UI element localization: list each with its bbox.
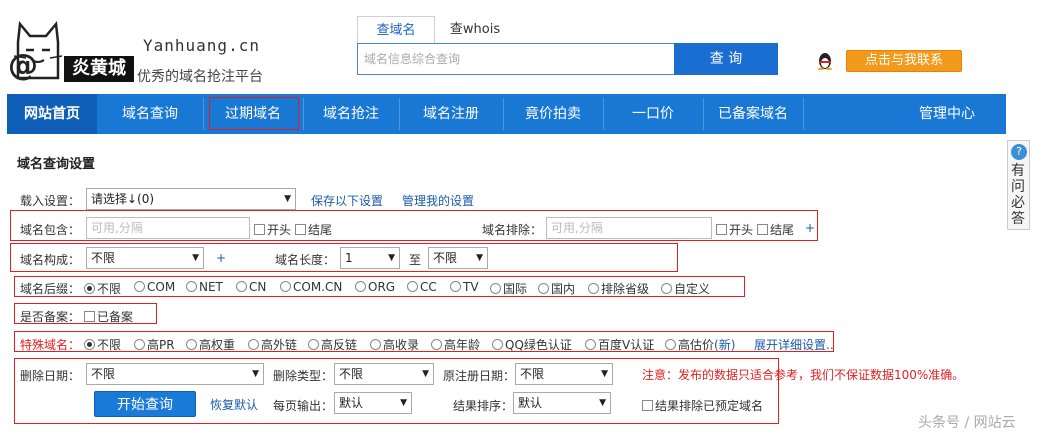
reset-default-link[interactable]: 恢复默认 <box>210 396 258 413</box>
save-settings-link[interactable]: 保存以下设置 <box>311 192 383 209</box>
orig-reg-date-select[interactable]: 不限 ▼ <box>515 363 613 385</box>
slogan: 优秀的域名抢注平台 <box>137 69 263 85</box>
site-url: Yanhuang.cn <box>143 36 260 55</box>
composition-select[interactable]: 不限 ▼ <box>86 247 204 269</box>
special-radio[interactable]: 高反链 <box>308 336 357 353</box>
nav-admin-center[interactable]: 管理中心 <box>897 94 997 134</box>
nav-domain-register[interactable]: 域名注册 <box>399 94 503 134</box>
suffix-radio[interactable]: 排除省级 <box>588 280 649 297</box>
filed-label: 是否备案： <box>20 310 81 324</box>
sort-label: 结果排序： <box>453 399 514 413</box>
watermark: 头条号 / 网站云 <box>918 415 1016 431</box>
composition-label: 域名构成： <box>20 253 81 267</box>
suffix-radio[interactable]: 国际 <box>490 280 527 297</box>
exclude-reserved-checkbox[interactable]: 结果排除已预定域名 <box>642 397 763 414</box>
special-radio[interactable]: 高年龄 <box>431 336 480 353</box>
chevron-down-icon: ▼ <box>192 253 199 263</box>
delete-type-select[interactable]: 不限 ▼ <box>334 363 434 385</box>
special-radio[interactable]: 高PR <box>134 336 175 353</box>
length-to-label: 至 <box>409 253 422 267</box>
suffix-radio[interactable]: 不限 <box>84 280 121 297</box>
exclude-end-checkbox[interactable]: 结尾 <box>757 221 794 238</box>
special-radio[interactable]: 百度V认证 <box>585 336 654 353</box>
tab-domain-search[interactable]: 查域名 <box>357 16 435 44</box>
add-composition-button[interactable]: + <box>216 251 226 265</box>
nav-filed-domains[interactable]: 已备案域名 <box>703 94 803 134</box>
help-icon: ? <box>1011 144 1027 160</box>
chevron-down-icon: ▼ <box>422 369 429 379</box>
special-radio[interactable]: QQ绿色认证 <box>492 336 572 353</box>
chevron-down-icon: ▼ <box>601 369 608 379</box>
delete-type-label: 删除类型： <box>273 369 334 383</box>
new-tag: (新) <box>714 338 736 352</box>
search-button[interactable]: 查 询 <box>674 43 778 75</box>
manage-settings-link[interactable]: 管理我的设置 <box>402 192 474 209</box>
highlight-box <box>209 97 299 130</box>
search-input[interactable]: 域名信息综合查询 <box>357 43 675 75</box>
length-to-select[interactable]: 不限 ▼ <box>428 247 488 269</box>
chevron-down-icon: ▼ <box>388 253 395 263</box>
suffix-radio[interactable]: CC <box>407 280 437 294</box>
at-logo-icon: @ <box>8 48 38 83</box>
exclude-start-checkbox[interactable]: 开头 <box>716 221 753 238</box>
nav-domain-query[interactable]: 域名查询 <box>97 94 203 134</box>
faq-side-panel[interactable]: ? 有问必答 <box>1007 140 1030 230</box>
special-radio[interactable]: 不限 <box>84 336 121 353</box>
exclude-input[interactable]: 可用,分隔 <box>546 217 712 239</box>
special-radio[interactable]: 高权重 <box>186 336 235 353</box>
suffix-radio[interactable]: COM.CN <box>280 280 342 294</box>
contact-button[interactable]: 点击与我联系 <box>846 50 962 72</box>
faq-text: 有问必答 <box>1011 163 1025 227</box>
nav-divider <box>803 98 804 130</box>
suffix-radio[interactable]: CN <box>236 280 266 294</box>
chevron-down-icon: ▼ <box>400 398 407 408</box>
load-select[interactable]: 请选择↓(0) ▼ <box>86 188 296 210</box>
disclaimer-notice: 注意：发布的数据只适合参考，我们不保证数据100%准确。 <box>642 368 965 382</box>
contains-start-checkbox[interactable]: 开头 <box>254 221 291 238</box>
tab-whois[interactable]: 查whois <box>440 16 510 44</box>
contains-end-checkbox[interactable]: 结尾 <box>295 221 332 238</box>
add-exclude-button[interactable]: + <box>805 221 815 235</box>
nav-home[interactable]: 网站首页 <box>7 94 97 134</box>
delete-date-label: 删除日期： <box>20 369 81 383</box>
start-query-button[interactable]: 开始查询 <box>94 391 196 417</box>
expand-settings-link[interactable]: 展开详细设置.. <box>754 336 834 353</box>
length-from-select[interactable]: 1 ▼ <box>340 247 400 269</box>
suffix-radio[interactable]: ORG <box>355 280 395 294</box>
suffix-radio[interactable]: TV <box>450 280 479 294</box>
special-radio[interactable]: 高收录 <box>370 336 419 353</box>
per-page-select[interactable]: 默认 ▼ <box>334 392 412 414</box>
nav-fixed-price[interactable]: 一口价 <box>603 94 703 134</box>
chevron-down-icon: ▼ <box>284 194 291 204</box>
chevron-down-icon: ▼ <box>599 398 606 408</box>
chevron-down-icon: ▼ <box>252 369 259 379</box>
per-page-label: 每页输出： <box>273 399 334 413</box>
suffix-radio[interactable]: 国内 <box>538 280 575 297</box>
main-nav: 网站首页 域名查询 过期域名 域名抢注 域名注册 竟价拍卖 一口价 已备案域名 … <box>7 94 1006 134</box>
length-label: 域名长度： <box>275 253 336 267</box>
contains-input[interactable]: 可用,分隔 <box>86 217 250 239</box>
logo-text: 炎黄城 <box>64 56 134 82</box>
suffix-radio[interactable]: COM <box>134 280 175 294</box>
suffix-radio[interactable]: 自定义 <box>661 280 710 297</box>
exclude-label: 域名排除： <box>482 223 543 237</box>
suffix-radio[interactable]: NET <box>186 280 223 294</box>
special-label: 特殊域名： <box>20 338 81 352</box>
nav-auction[interactable]: 竟价拍卖 <box>503 94 603 134</box>
delete-date-select[interactable]: 不限 ▼ <box>86 363 264 385</box>
sort-select[interactable]: 默认 ▼ <box>513 392 611 414</box>
load-label: 载入设置： <box>20 194 81 208</box>
orig-reg-date-label: 原注册日期： <box>443 369 516 383</box>
suffix-label: 域名后缀： <box>20 282 81 296</box>
special-radio[interactable]: 高估价(新) <box>665 336 735 353</box>
chevron-down-icon: ▼ <box>476 253 483 263</box>
special-radio[interactable]: 高外链 <box>248 336 297 353</box>
contains-label: 域名包含： <box>20 223 81 237</box>
filed-checkbox[interactable]: 已备案 <box>84 308 133 325</box>
section-title: 域名查询设置 <box>17 157 96 172</box>
nav-domain-snatch[interactable]: 域名抢注 <box>303 94 399 134</box>
qq-penguin-icon[interactable] <box>816 52 834 70</box>
